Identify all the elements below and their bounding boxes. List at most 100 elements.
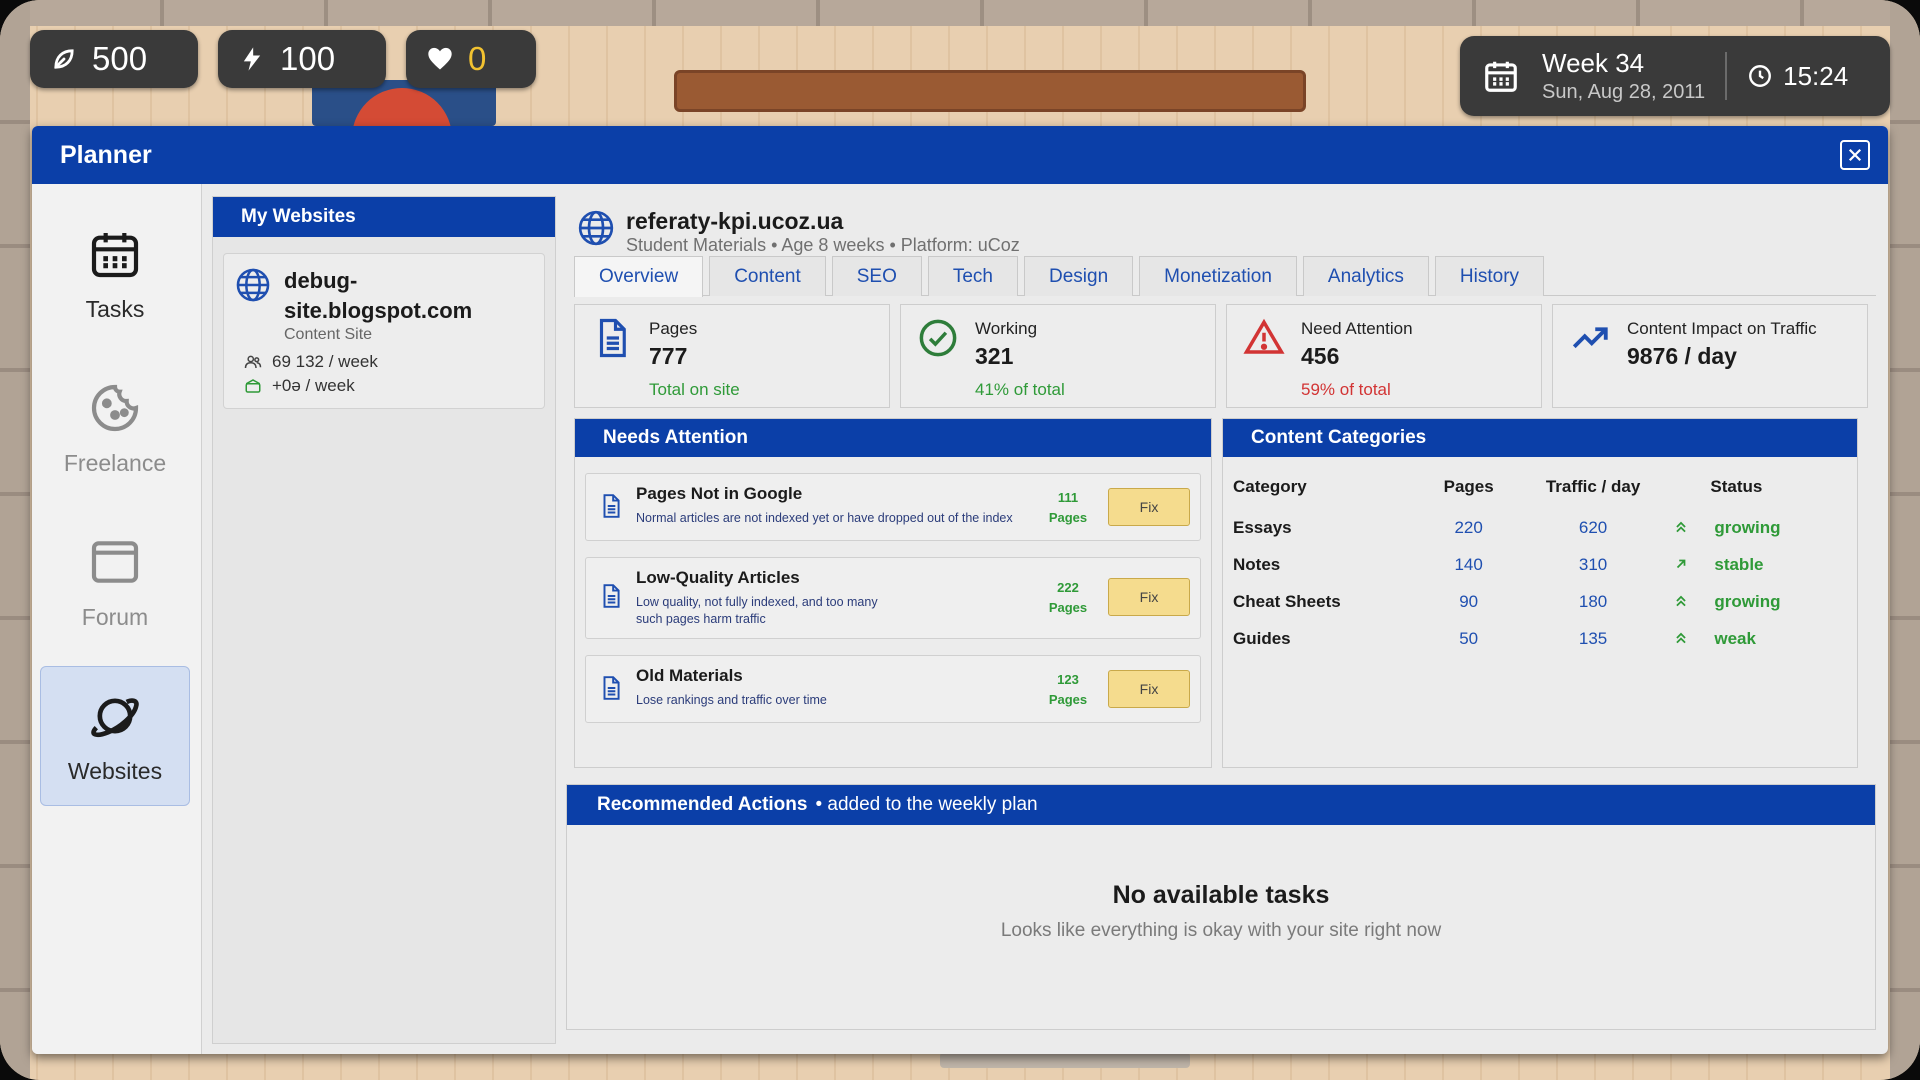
- recommended-actions-header: Recommended Actions • added to the weekl…: [567, 785, 1875, 825]
- nav-label: Freelance: [63, 449, 167, 476]
- check-circle-icon: [919, 319, 957, 357]
- calendar-icon: [1485, 61, 1517, 92]
- attention-count: 123 Pages: [1048, 672, 1088, 707]
- table-header-row: Category Pages Traffic / day Status: [1233, 477, 1763, 496]
- site-header: referaty-kpi.ucoz.ua Student Materials •…: [566, 196, 1876, 256]
- table-row: Notes 140 310 stable: [1233, 554, 1764, 574]
- nav-label: Tasks: [85, 295, 145, 322]
- globe-icon: [236, 268, 270, 302]
- warning-icon: [1243, 318, 1285, 354]
- attention-item: Old Materials Lose rankings and traffic …: [585, 655, 1201, 723]
- date-time-panel: Week 34 Sun, Aug 28, 2011 15:24: [1460, 36, 1890, 116]
- site-overview: referaty-kpi.ucoz.ua Student Materials •…: [566, 196, 1876, 1044]
- stats-row: Pages 777 Total on site Working 321 41% …: [574, 304, 1868, 408]
- tab-analytics[interactable]: Analytics: [1302, 256, 1429, 296]
- time-value: 15:24: [1783, 60, 1849, 91]
- needs-attention-panel: Needs Attention Pages Not in Google Norm…: [574, 418, 1212, 768]
- stat-working: Working 321 41% of total: [900, 304, 1216, 408]
- window-title: Planner: [60, 140, 152, 169]
- energy-value: 100: [280, 40, 336, 77]
- close-icon: [1848, 148, 1862, 162]
- hearts-counter: 0: [406, 30, 536, 88]
- site-type: Content Site: [284, 326, 373, 343]
- window-titlebar: Planner: [32, 126, 1888, 184]
- site-income: +0ə / week: [244, 374, 532, 398]
- heart-icon: [428, 47, 452, 70]
- wall-right: [1890, 0, 1920, 1080]
- tab-design[interactable]: Design: [1024, 256, 1134, 296]
- attention-count: 222 Pages: [1048, 580, 1088, 615]
- site-name: debug-site.blogspot.com: [284, 268, 473, 323]
- attention-count: 111 Pages: [1048, 490, 1088, 525]
- week-label: Week 34: [1542, 48, 1645, 78]
- wall-left: [0, 0, 30, 1080]
- nav-freelance[interactable]: Freelance: [40, 358, 190, 498]
- money-value: 500: [92, 40, 148, 77]
- double-chevron-up-icon: [1676, 595, 1687, 606]
- tab-history[interactable]: History: [1434, 256, 1545, 296]
- empty-state: No available tasks Looks like everything…: [567, 825, 1875, 942]
- close-button[interactable]: [1840, 140, 1870, 170]
- empty-subtitle: Looks like everything is okay with your …: [1000, 920, 1442, 941]
- nav-label: Forum: [81, 603, 149, 630]
- arrow-up-right-icon: [1677, 559, 1686, 568]
- wallet-icon: [245, 379, 261, 393]
- floor-strip: [940, 1052, 1190, 1068]
- fix-button[interactable]: Fix: [1108, 578, 1190, 616]
- document-icon: [599, 318, 626, 358]
- tab-content[interactable]: Content: [709, 256, 826, 296]
- document-icon: [603, 676, 620, 700]
- leaf-coin-icon: [54, 49, 74, 69]
- double-chevron-up-icon: [1676, 632, 1687, 643]
- stat-traffic-impact: Content Impact on Traffic 9876 / day: [1552, 304, 1868, 408]
- fix-button[interactable]: Fix: [1108, 488, 1190, 526]
- needs-attention-header: Needs Attention: [575, 419, 1211, 457]
- categories-table: Category Pages Traffic / day Status Essa…: [1223, 471, 1857, 657]
- lightning-icon: [243, 47, 261, 71]
- planet-icon: [91, 697, 139, 737]
- stat-pages: Pages 777 Total on site: [574, 304, 890, 408]
- nav-tasks[interactable]: Tasks: [40, 204, 190, 344]
- nav-forum[interactable]: Forum: [40, 512, 190, 652]
- clock: 15:24: [1747, 61, 1848, 92]
- recommended-actions-panel: Recommended Actions • added to the weekl…: [566, 784, 1876, 1030]
- trending-up-icon: [1572, 327, 1608, 349]
- attention-item: Pages Not in Google Normal articles are …: [585, 473, 1201, 541]
- fix-button[interactable]: Fix: [1108, 670, 1190, 708]
- my-websites-panel: My Websites debug-site.blogspot.com Cont…: [212, 196, 556, 1044]
- double-chevron-up-icon: [1676, 521, 1687, 532]
- date-label: Sun, Aug 28, 2011: [1542, 81, 1706, 103]
- site-domain: referaty-kpi.ucoz.ua: [626, 208, 844, 234]
- clock-icon: [1749, 65, 1772, 87]
- money-counter: 500: [30, 30, 198, 88]
- nav-label: Websites: [67, 757, 163, 784]
- wooden-shelf: [674, 70, 1306, 112]
- content-categories-panel: Content Categories Category Pages Traffi…: [1222, 418, 1858, 768]
- tab-monetization[interactable]: Monetization: [1139, 256, 1297, 296]
- site-visitors: 69 132 / week: [244, 350, 532, 374]
- tab-tech[interactable]: Tech: [927, 256, 1018, 296]
- mid-row: Needs Attention Pages Not in Google Norm…: [574, 418, 1868, 768]
- window-icon: [91, 540, 139, 583]
- document-icon: [603, 584, 620, 608]
- site-card[interactable]: debug-site.blogspot.com Content Site 69 …: [223, 253, 545, 409]
- hearts-value: 0: [468, 40, 487, 77]
- tab-seo[interactable]: SEO: [831, 256, 922, 296]
- cookie-icon: [91, 384, 139, 431]
- energy-counter: 100: [218, 30, 386, 88]
- users-icon: [244, 355, 262, 369]
- divider: [1725, 52, 1728, 100]
- nav-websites[interactable]: Websites: [40, 666, 190, 806]
- calendar-icon: [91, 232, 139, 277]
- my-websites-header: My Websites: [213, 197, 555, 237]
- side-nav: Tasks Freelance Forum Websites: [32, 184, 202, 1054]
- stat-need-attention: Need Attention 456 59% of total: [1226, 304, 1542, 408]
- empty-title: No available tasks: [1112, 881, 1330, 909]
- site-meta: Student Materials • Age 8 weeks • Platfo…: [626, 235, 1020, 255]
- globe-icon: [578, 210, 614, 246]
- site-tabs: Overview Content SEO Tech Design Monetiz…: [574, 256, 1876, 297]
- tab-overview[interactable]: Overview: [574, 256, 704, 297]
- wall-top: [0, 0, 1920, 26]
- content-categories-header: Content Categories: [1223, 419, 1857, 457]
- table-row: Essays 220 620 growing: [1233, 517, 1781, 537]
